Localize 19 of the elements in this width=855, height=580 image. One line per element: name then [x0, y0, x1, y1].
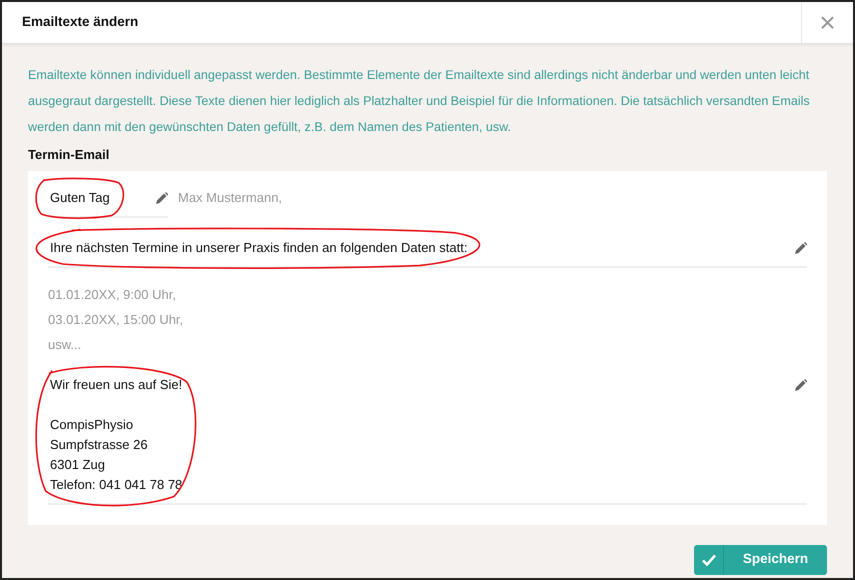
text-field[interactable]: Ihre nächsten Termine in unserer Praxis finden an folgenden Daten statt: — [48, 226, 807, 268]
placeholder-text: Max Mustermann, — [178, 188, 282, 206]
fixed-text: 03.01.20XX, 15:00 Uhr, — [48, 310, 184, 328]
fixed-text: usw... — [48, 336, 82, 354]
fixed-text: 01.01.20XX, 9:00 Uhr, — [48, 286, 177, 304]
edit-icon[interactable] — [794, 242, 807, 254]
info-text: Emailtexte können individuell angepasst werden. Bestimmte Elemente der Emailtexte sind allerdings nicht änderbar und werden unten leicht ausgegraut dargestellt. Diese Texte dienen hier lediglich als Platzhalter und Beispiel für die Informationen. Die tatsächlich versandten Emails werden dann mit den gewünschten Daten gefüllt, z.B. dem Namen des Patienten, usw. — [27, 67, 811, 136]
edit-icon[interactable] — [794, 378, 807, 392]
text-line: 6301 Zug — [50, 456, 106, 474]
check-icon — [702, 554, 716, 566]
text-field[interactable]: Guten Tag — [48, 184, 168, 218]
section-title: Termin-Email — [27, 146, 110, 164]
edit-icon[interactable] — [155, 192, 168, 204]
text-line: Ihre nächsten Termine in unserer Praxis finden an folgenden Daten statt: — [50, 238, 468, 257]
text-line: Wir freuen uns auf Sie! — [50, 376, 182, 394]
text-line: CompisPhysio — [50, 416, 134, 434]
text-line: Guten Tag — [50, 188, 110, 207]
text-line: Sumpfstrasse 26 — [50, 436, 149, 454]
dialog-title: Emailtexte ändern — [21, 13, 138, 32]
